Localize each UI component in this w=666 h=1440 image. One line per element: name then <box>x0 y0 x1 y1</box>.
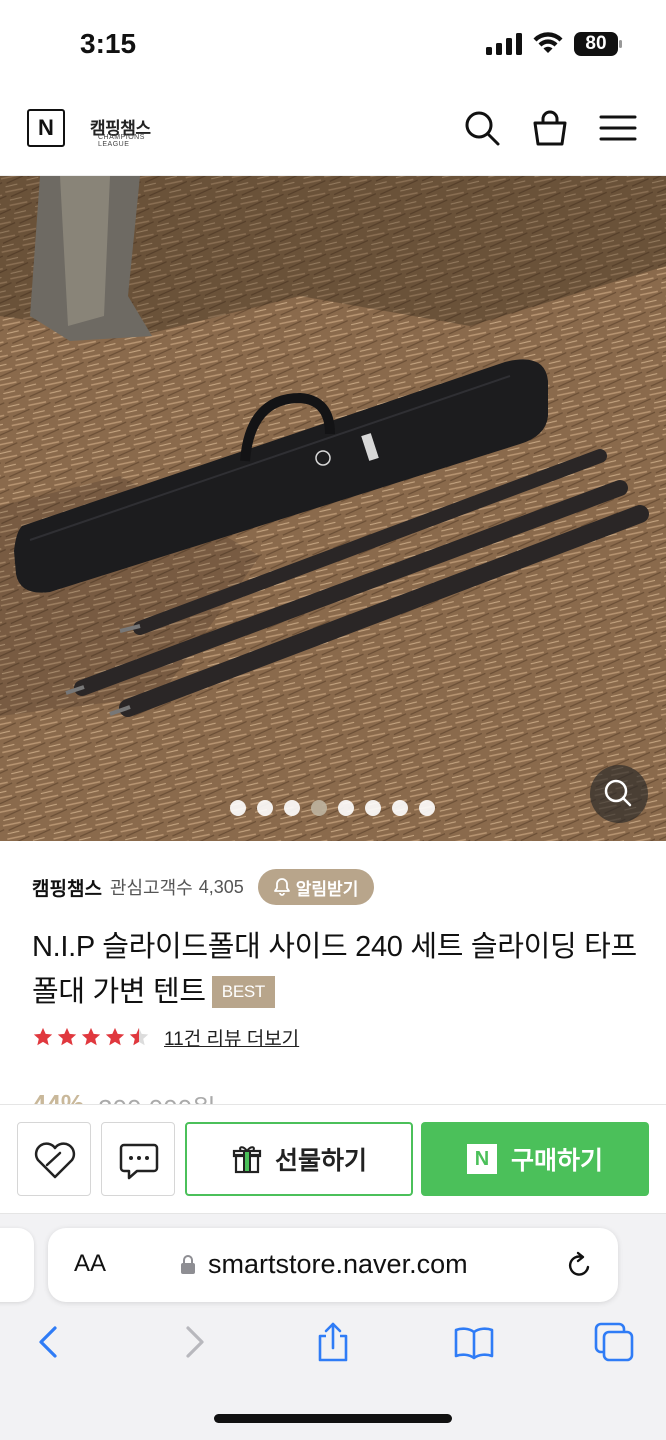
shopping-bag-icon[interactable] <box>530 108 570 148</box>
review-link[interactable]: 11건 리뷰 더보기 <box>164 1024 299 1051</box>
battery-level: 80 <box>574 32 618 56</box>
gallery-dot[interactable] <box>257 800 273 816</box>
gallery-pagination <box>230 800 435 816</box>
status-bar: 3:15 80 <box>0 0 666 90</box>
wishlist-button[interactable] <box>17 1122 91 1196</box>
zoom-button[interactable] <box>590 765 648 823</box>
home-indicator <box>214 1414 452 1423</box>
buy-label: 구매하기 <box>510 1147 603 1175</box>
lock-icon <box>181 1255 195 1274</box>
gift-label: 선물하기 <box>274 1147 367 1175</box>
naver-logo[interactable]: N <box>27 109 65 147</box>
forward-icon[interactable] <box>172 1320 216 1364</box>
battery-cap <box>619 40 622 48</box>
gallery-dot[interactable] <box>230 800 246 816</box>
star-icon <box>33 1027 53 1046</box>
status-time: 3:15 <box>80 28 137 59</box>
wifi-icon <box>533 32 563 53</box>
bookmarks-icon[interactable] <box>452 1320 496 1364</box>
product-image-gallery[interactable] <box>0 176 666 841</box>
best-badge: BEST <box>211 976 275 1008</box>
rating-row: 11건 리뷰 더보기 <box>32 1023 299 1051</box>
gallery-dot[interactable] <box>365 800 381 816</box>
star-icon <box>57 1027 77 1046</box>
gift-button[interactable]: 선물하기 <box>185 1122 413 1196</box>
store-logo[interactable]: 캠핑챔스 CHAMPIONS LEAGUE <box>88 112 172 148</box>
star-icon <box>105 1027 125 1046</box>
interest-count: 4,305 <box>198 876 244 897</box>
interest-label: 관심고객수 <box>109 878 193 898</box>
hamburger-menu-icon[interactable] <box>598 108 638 148</box>
half-star-icon <box>129 1027 149 1046</box>
store-row: 캠핑챔스 관심고객수 4,305 알림받기 <box>32 869 375 905</box>
share-icon[interactable] <box>311 1320 355 1364</box>
chat-bubble-icon <box>119 1143 159 1180</box>
star-rating <box>32 1026 150 1048</box>
tabs-icon[interactable] <box>592 1320 636 1364</box>
gallery-dot[interactable] <box>284 800 300 816</box>
talk-talk-button[interactable] <box>101 1122 175 1196</box>
address-bar[interactable]: AA smartstore.naver.com <box>48 1228 618 1302</box>
product-title: N.I.P 슬라이드폴대 사이드 240 세트 슬라이딩 타프 폴대 가변 텐트… <box>32 925 637 1015</box>
heart-icon <box>34 1142 76 1179</box>
cellular-signal-icon <box>486 33 522 55</box>
gallery-dot[interactable] <box>392 800 408 816</box>
naverpay-mark: N <box>466 1144 497 1174</box>
battery-indicator: 80 <box>574 32 622 56</box>
buy-button[interactable]: N 구매하기 <box>421 1122 649 1196</box>
store-name[interactable]: 캠핑챔스 <box>32 874 102 901</box>
notify-button[interactable]: 알림받기 <box>257 869 375 905</box>
store-logo-subtext: CHAMPIONS LEAGUE <box>98 134 145 148</box>
reader-settings-button[interactable]: AA <box>74 1250 106 1278</box>
purchase-bar: 선물하기 N 구매하기 <box>0 1104 666 1214</box>
gallery-dot[interactable] <box>311 800 327 816</box>
search-icon[interactable] <box>462 108 502 148</box>
product-photo <box>0 176 666 841</box>
product-title-text: N.I.P 슬라이드폴대 사이드 240 세트 슬라이딩 타프 폴대 가변 텐트 <box>32 931 637 1008</box>
product-info: 캠핑챔스 관심고객수 4,305 알림받기 N.I.P 슬라이드폴대 사이드 2… <box>0 841 666 1119</box>
magnifier-icon <box>604 779 632 807</box>
bell-plus-icon <box>273 878 290 896</box>
star-icon <box>81 1027 101 1046</box>
back-icon[interactable] <box>27 1320 71 1364</box>
reload-icon[interactable] <box>564 1250 594 1280</box>
gallery-dot[interactable] <box>419 800 435 816</box>
notify-label: 알림받기 <box>295 879 359 899</box>
store-header: N 캠핑챔스 CHAMPIONS LEAGUE <box>0 90 666 176</box>
gift-icon <box>232 1146 262 1174</box>
gallery-dot[interactable] <box>338 800 354 816</box>
browser-toolbar: AA smartstore.naver.com <box>0 1214 666 1440</box>
url-text: smartstore.naver.com <box>208 1249 468 1279</box>
previous-tab-peek[interactable] <box>0 1228 34 1302</box>
